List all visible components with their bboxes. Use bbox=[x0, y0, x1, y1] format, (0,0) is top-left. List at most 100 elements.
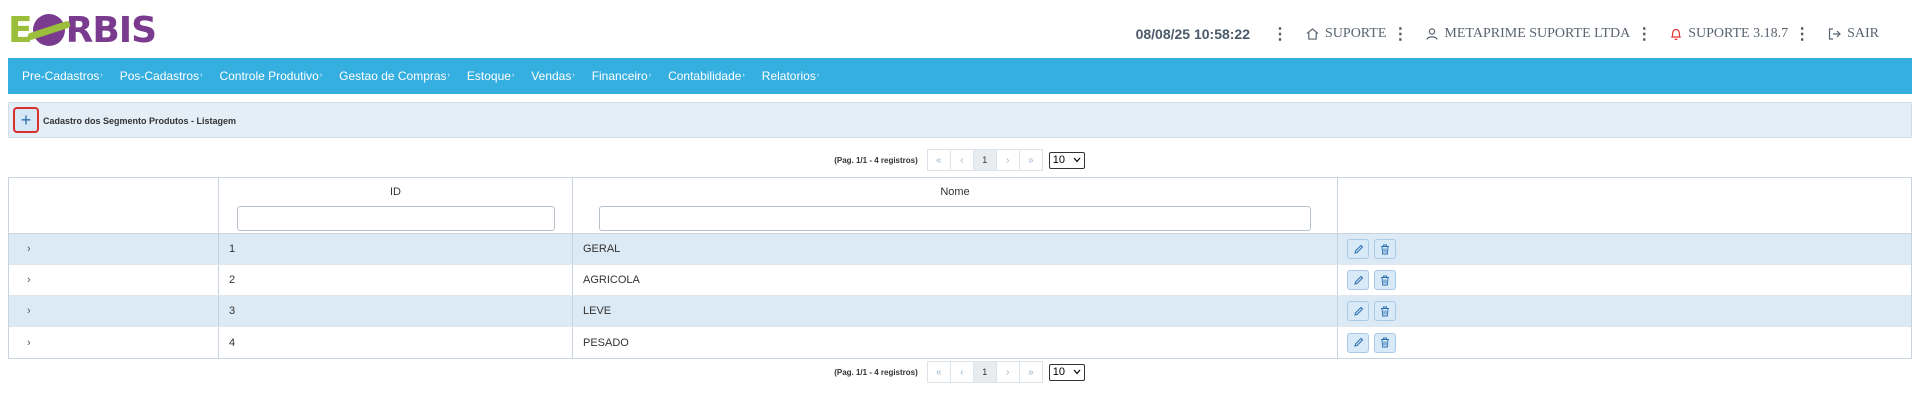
header-expander-col bbox=[9, 178, 219, 233]
first-page-button[interactable]: « bbox=[926, 361, 951, 383]
edit-button[interactable] bbox=[1347, 301, 1369, 321]
menu-dots-icon[interactable]: ⋮ bbox=[1272, 24, 1288, 44]
nav-item-vendas[interactable]: Vendas › bbox=[531, 69, 574, 83]
nav-item-gestao-de-compras[interactable]: Gestao de Compras › bbox=[339, 69, 450, 83]
trash-icon bbox=[1381, 306, 1389, 316]
bell-icon bbox=[1670, 28, 1682, 40]
main-nav: Pre-Cadastros › Pos-Cadastros › Controle P… bbox=[8, 58, 1912, 94]
page-size-value: 10 bbox=[1052, 366, 1066, 378]
delete-button[interactable] bbox=[1374, 239, 1396, 259]
last-page-button[interactable]: » bbox=[1018, 149, 1043, 171]
next-page-button[interactable]: › bbox=[995, 361, 1020, 383]
page-size-select[interactable]: 10 bbox=[1048, 151, 1085, 169]
first-page-button[interactable]: « bbox=[926, 149, 951, 171]
row-nome: GERAL bbox=[583, 243, 621, 255]
chevron-right-icon: › bbox=[648, 72, 652, 79]
trash-icon bbox=[1381, 337, 1389, 348]
id-filter-input[interactable] bbox=[236, 206, 555, 231]
table-row: › 4 PESADO bbox=[9, 327, 1911, 358]
page-size-value: 10 bbox=[1052, 154, 1066, 166]
nav-label: Vendas bbox=[531, 69, 572, 83]
chevron-right-icon: › bbox=[511, 72, 515, 79]
pencil-icon bbox=[1353, 244, 1363, 254]
row-expand-icon[interactable]: › bbox=[27, 274, 31, 286]
chevron-right-icon: › bbox=[447, 72, 450, 79]
next-page-button[interactable]: › bbox=[995, 149, 1020, 171]
header-right: 08/08/25 10:58:22 ⋮ SUPORTE ⋮ METAPRIME … bbox=[1136, 24, 1879, 44]
table-row: › 1 GERAL bbox=[9, 234, 1911, 265]
trash-icon bbox=[1381, 275, 1389, 285]
header-nome-col: Nome bbox=[573, 178, 1338, 233]
edit-button[interactable] bbox=[1347, 332, 1369, 353]
support-label: SUPORTE bbox=[1325, 26, 1387, 41]
table-row: › 2 AGRICOLA bbox=[9, 265, 1911, 296]
row-id: 3 bbox=[229, 305, 236, 317]
company-link[interactable]: METAPRIME SUPORTE LTDA bbox=[1426, 26, 1630, 42]
row-expand-icon[interactable]: › bbox=[27, 305, 31, 317]
home-icon bbox=[1306, 28, 1319, 40]
current-page-button[interactable]: 1 bbox=[972, 361, 997, 383]
column-header-nome[interactable]: Nome bbox=[940, 186, 969, 198]
plus-icon: + bbox=[20, 110, 32, 130]
row-nome: LEVE bbox=[583, 305, 612, 317]
row-nome: PESADO bbox=[583, 336, 629, 349]
nav-item-contabilidade[interactable]: Contabilidade › bbox=[668, 69, 745, 83]
company-label: METAPRIME SUPORTE LTDA bbox=[1444, 26, 1631, 41]
delete-button[interactable] bbox=[1374, 270, 1396, 290]
version-link[interactable]: SUPORTE 3.18.7 bbox=[1670, 26, 1788, 42]
row-expand-icon[interactable]: › bbox=[27, 337, 31, 349]
prev-page-button[interactable]: ‹ bbox=[949, 149, 974, 171]
row-expand-icon[interactable]: › bbox=[27, 243, 31, 255]
page-size-select[interactable]: 10 bbox=[1048, 363, 1085, 381]
chevron-right-icon: › bbox=[742, 72, 745, 79]
panel-header: + Cadastro dos Segmento Produtos - Lista… bbox=[8, 102, 1912, 138]
nav-label: Contabilidade bbox=[668, 69, 742, 83]
menu-dots-icon[interactable]: ⋮ bbox=[1392, 24, 1408, 44]
logout-icon bbox=[1828, 28, 1841, 40]
table-row: › 3 LEVE bbox=[9, 296, 1911, 327]
row-nome: AGRICOLA bbox=[583, 274, 640, 286]
prev-page-button[interactable]: ‹ bbox=[949, 361, 974, 383]
edit-button[interactable] bbox=[1347, 239, 1369, 259]
nav-item-pre-cadastros[interactable]: Pre-Cadastros › bbox=[22, 69, 103, 83]
nome-filter-input[interactable] bbox=[599, 206, 1311, 231]
nav-item-estoque[interactable]: Estoque › bbox=[467, 69, 514, 83]
pager-info: (Pag. 1/1 - 4 registros) bbox=[834, 155, 918, 165]
edit-button[interactable] bbox=[1347, 270, 1369, 290]
chevron-right-icon: › bbox=[319, 72, 323, 79]
last-page-button[interactable]: » bbox=[1018, 361, 1043, 383]
add-button[interactable]: + bbox=[13, 107, 39, 133]
nav-item-relatorios[interactable]: Relatorios › bbox=[762, 69, 819, 83]
nav-item-financeiro[interactable]: Financeiro › bbox=[592, 69, 651, 83]
nav-label: Gestao de Compras bbox=[339, 69, 447, 83]
menu-dots-icon[interactable]: ⋮ bbox=[1794, 24, 1810, 44]
pencil-icon bbox=[1353, 337, 1363, 347]
header-actions-col bbox=[1338, 178, 1911, 233]
chevron-down-icon bbox=[1073, 157, 1081, 163]
menu-dots-icon[interactable]: ⋮ bbox=[1636, 24, 1652, 44]
pencil-icon bbox=[1353, 275, 1363, 285]
user-icon bbox=[1426, 28, 1439, 40]
support-link[interactable]: SUPORTE bbox=[1306, 26, 1386, 42]
chevron-down-icon bbox=[1073, 369, 1081, 375]
current-page-button[interactable]: 1 bbox=[972, 149, 997, 171]
nav-label: Pre-Cadastros bbox=[22, 69, 100, 83]
column-header-id[interactable]: ID bbox=[390, 186, 401, 198]
logo: E RBIS bbox=[8, 9, 157, 51]
nav-item-controle-produtivo[interactable]: Controle Produtivo › bbox=[219, 69, 322, 83]
delete-button[interactable] bbox=[1374, 301, 1396, 321]
chevron-right-icon: › bbox=[100, 72, 103, 79]
nav-item-pos-cadastros[interactable]: Pos-Cadastros › bbox=[120, 69, 203, 83]
trash-icon bbox=[1381, 244, 1389, 254]
table-header: ID Nome bbox=[9, 178, 1911, 234]
chevron-right-icon: › bbox=[572, 72, 575, 79]
data-table: ID Nome › 1 GERAL › 2 AGRICOLA › 3 LEVE bbox=[8, 177, 1912, 359]
pager-top: (Pag. 1/1 - 4 registros) « ‹ 1 › » 10 bbox=[0, 149, 1919, 171]
exit-link[interactable]: SAIR bbox=[1828, 26, 1879, 42]
chevron-right-icon: › bbox=[200, 72, 203, 79]
version-label: SUPORTE 3.18.7 bbox=[1688, 26, 1789, 41]
delete-button[interactable] bbox=[1374, 332, 1396, 353]
nav-label: Financeiro bbox=[591, 69, 648, 83]
row-id: 2 bbox=[229, 274, 236, 286]
nav-label: Controle Produtivo bbox=[219, 69, 319, 83]
